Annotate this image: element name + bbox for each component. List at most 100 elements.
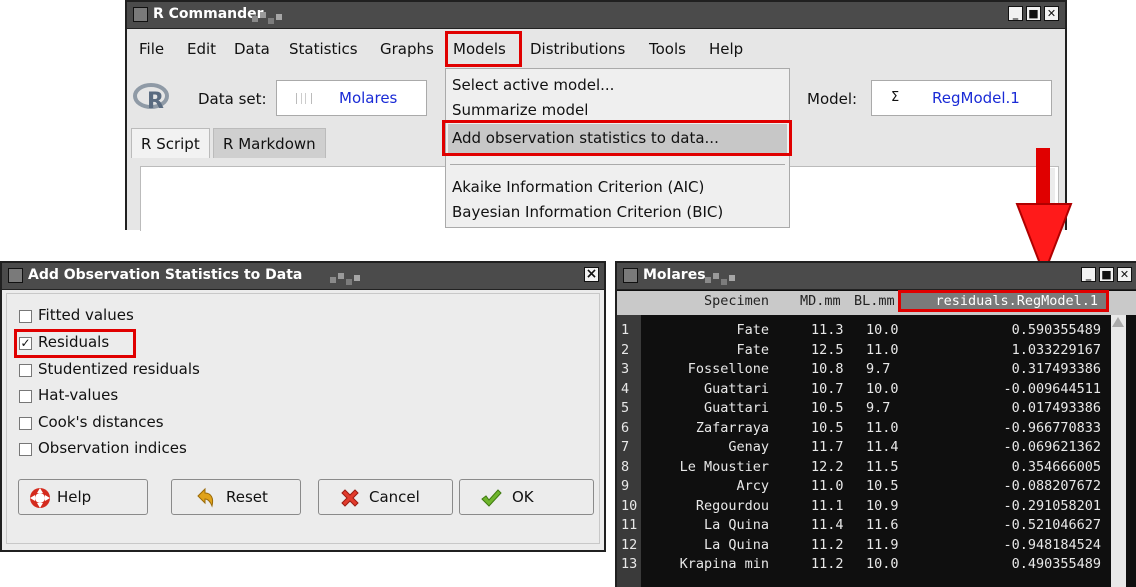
dataset-button[interactable]: Molares — [276, 80, 427, 116]
cell-bl-mm[interactable]: 11.4 — [866, 439, 899, 455]
maximize-button[interactable]: ■ — [1099, 267, 1114, 282]
window-menu-icon[interactable] — [8, 268, 23, 283]
cell-bl-mm[interactable]: 10.0 — [866, 381, 899, 397]
header-specimen[interactable]: Specimen — [704, 293, 769, 309]
reset-button[interactable]: Reset — [171, 479, 301, 515]
cell-specimen[interactable]: Le Moustier — [680, 459, 769, 475]
cell-specimen[interactable]: Fate — [736, 342, 769, 358]
cell-residual[interactable]: -0.966770833 — [1003, 420, 1101, 436]
tab-r-markdown[interactable]: R Markdown — [213, 128, 326, 158]
menu-edit[interactable]: Edit — [187, 40, 216, 58]
minimize-button[interactable]: _ — [1081, 267, 1096, 282]
fitted-values-checkbox[interactable] — [19, 310, 32, 323]
cell-md-mm[interactable]: 11.1 — [811, 498, 844, 514]
help-button[interactable]: Help — [18, 479, 148, 515]
cell-md-mm[interactable]: 10.5 — [811, 400, 844, 416]
cell-bl-mm[interactable]: 10.0 — [866, 322, 899, 338]
cell-bl-mm[interactable]: 11.5 — [866, 459, 899, 475]
cell-md-mm[interactable]: 11.0 — [811, 478, 844, 494]
window-menu-icon[interactable] — [133, 7, 148, 22]
cell-residual[interactable]: 1.033229167 — [1012, 342, 1101, 358]
cell-specimen[interactable]: La Quina — [704, 517, 769, 533]
cell-specimen[interactable]: La Quina — [704, 537, 769, 553]
menu-item-add-observation-statistics[interactable]: Add observation statistics to data... — [448, 124, 787, 154]
cell-residual[interactable]: 0.354666005 — [1012, 459, 1101, 475]
residuals-column-header[interactable]: residuals.RegModel.1 — [898, 290, 1109, 312]
cell-bl-mm[interactable]: 9.7 — [866, 361, 890, 377]
menu-tools[interactable]: Tools — [649, 40, 686, 58]
observation-indices-checkbox[interactable] — [19, 443, 32, 456]
cell-residual[interactable]: -0.009644511 — [1003, 381, 1101, 397]
cell-residual[interactable]: -0.521046627 — [1003, 517, 1101, 533]
viewer-titlebar[interactable]: Molares _ ■ ✕ — [617, 263, 1136, 290]
cell-specimen[interactable]: Fossellone — [688, 361, 769, 377]
cell-residual[interactable]: 0.017493386 — [1012, 400, 1101, 416]
cell-specimen[interactable]: Krapina min — [680, 556, 769, 572]
dialog-titlebar[interactable]: Add Observation Statistics to Data × — [2, 263, 604, 290]
model-button[interactable]: Σ RegModel.1 — [871, 80, 1052, 116]
menu-item-aic[interactable]: Akaike Information Criterion (AIC) — [452, 178, 704, 196]
cell-bl-mm[interactable]: 11.0 — [866, 420, 899, 436]
studentized-residuals-checkbox[interactable] — [19, 364, 32, 377]
cell-md-mm[interactable]: 12.5 — [811, 342, 844, 358]
cell-residual[interactable]: -0.948184524 — [1003, 537, 1101, 553]
close-button[interactable]: ✕ — [1117, 267, 1132, 282]
cell-bl-mm[interactable]: 10.5 — [866, 478, 899, 494]
cell-bl-mm[interactable]: 9.7 — [866, 400, 890, 416]
cell-residual[interactable]: -0.291058201 — [1003, 498, 1101, 514]
cell-md-mm[interactable]: 10.7 — [811, 381, 844, 397]
cell-md-mm[interactable]: 10.8 — [811, 361, 844, 377]
hat-values-label[interactable]: Hat-values — [38, 386, 118, 404]
cell-residual[interactable]: -0.069621362 — [1003, 439, 1101, 455]
header-md-mm[interactable]: MD.mm — [800, 293, 841, 309]
cell-specimen[interactable]: Arcy — [736, 478, 769, 494]
maximize-button[interactable]: ■ — [1026, 6, 1041, 21]
tab-r-script[interactable]: R Script — [131, 128, 210, 158]
cell-md-mm[interactable]: 11.2 — [811, 537, 844, 553]
cell-md-mm[interactable]: 11.3 — [811, 322, 844, 338]
cancel-button[interactable]: Cancel — [318, 479, 453, 515]
menu-item-summarize-model[interactable]: Summarize model — [452, 101, 588, 119]
cell-bl-mm[interactable]: 10.9 — [866, 498, 899, 514]
fitted-values-label[interactable]: Fitted values — [38, 306, 134, 324]
menu-help[interactable]: Help — [709, 40, 743, 58]
cell-bl-mm[interactable]: 10.0 — [866, 556, 899, 572]
minimize-button[interactable]: _ — [1008, 6, 1023, 21]
cell-residual[interactable]: 0.590355489 — [1012, 322, 1101, 338]
cell-specimen[interactable]: Regourdou — [696, 498, 769, 514]
ok-button[interactable]: OK — [459, 479, 594, 515]
residuals-checkbox[interactable]: ✓ — [19, 337, 32, 350]
cooks-distances-checkbox[interactable] — [19, 417, 32, 430]
observation-indices-label[interactable]: Observation indices — [38, 439, 187, 457]
menu-item-bic[interactable]: Bayesian Information Criterion (BIC) — [452, 203, 723, 221]
cell-residual[interactable]: -0.088207672 — [1003, 478, 1101, 494]
menu-item-select-active-model[interactable]: Select active model... — [452, 76, 614, 94]
cell-residual[interactable]: 0.317493386 — [1012, 361, 1101, 377]
cell-specimen[interactable]: Fate — [736, 322, 769, 338]
cell-bl-mm[interactable]: 11.6 — [866, 517, 899, 533]
menu-distributions[interactable]: Distributions — [530, 40, 625, 58]
hat-values-checkbox[interactable] — [19, 390, 32, 403]
close-button[interactable]: ✕ — [1044, 6, 1059, 21]
rcmdr-titlebar[interactable]: R Commander _ ■ ✕ — [127, 2, 1065, 29]
cell-residual[interactable]: 0.490355489 — [1012, 556, 1101, 572]
cell-md-mm[interactable]: 11.7 — [811, 439, 844, 455]
menu-file[interactable]: File — [139, 40, 164, 58]
cell-md-mm[interactable]: 10.5 — [811, 420, 844, 436]
cell-md-mm[interactable]: 11.4 — [811, 517, 844, 533]
cell-specimen[interactable]: Guattari — [704, 381, 769, 397]
cell-bl-mm[interactable]: 11.9 — [866, 537, 899, 553]
cell-specimen[interactable]: Zafarraya — [696, 420, 769, 436]
cell-bl-mm[interactable]: 11.0 — [866, 342, 899, 358]
cell-md-mm[interactable]: 11.2 — [811, 556, 844, 572]
menu-data[interactable]: Data — [234, 40, 270, 58]
menu-statistics[interactable]: Statistics — [289, 40, 358, 58]
cooks-distances-label[interactable]: Cook's distances — [38, 413, 164, 431]
cell-specimen[interactable]: Guattari — [704, 400, 769, 416]
cell-specimen[interactable]: Genay — [728, 439, 769, 455]
menu-graphs[interactable]: Graphs — [380, 40, 434, 58]
header-bl-mm[interactable]: BL.mm — [854, 293, 895, 309]
window-menu-icon[interactable] — [623, 268, 638, 283]
cell-md-mm[interactable]: 12.2 — [811, 459, 844, 475]
menu-models[interactable]: Models — [453, 40, 506, 58]
